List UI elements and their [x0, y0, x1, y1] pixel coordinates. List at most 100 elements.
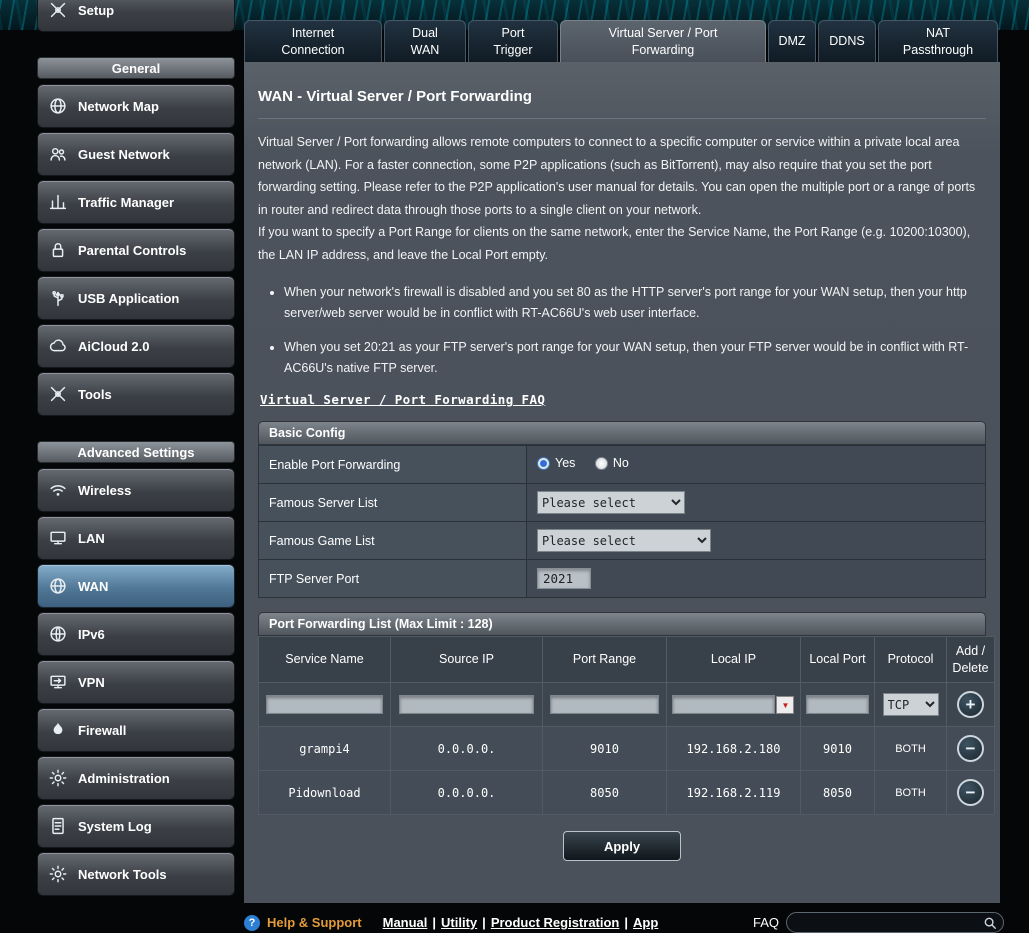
local-ip-input[interactable] [671, 695, 776, 714]
ipv6-icon [47, 623, 69, 645]
sidebar-item-system-log[interactable]: System Log [37, 804, 235, 848]
radio-label: No [612, 456, 629, 471]
tab-label: DDNS [829, 34, 865, 49]
tab-nat-passthrough[interactable]: NAT Passthrough [878, 20, 998, 62]
cell-service-name: Pidownload [258, 770, 391, 815]
apply-button[interactable]: Apply [563, 831, 681, 861]
sidebar-item-guest-network[interactable]: Guest Network [37, 132, 235, 176]
sidebar-item-network-tools[interactable]: Network Tools [37, 852, 235, 896]
wrench-icon [47, 383, 69, 405]
cloud-icon [47, 335, 69, 357]
search-icon[interactable] [983, 916, 997, 930]
cell-protocol: TCP [874, 682, 947, 727]
radio-label: Yes [555, 456, 576, 471]
sidebar-item-administration[interactable]: Administration [37, 756, 235, 800]
tab-virtual-server-port-forwarding[interactable]: Virtual Server / Port Forwarding [560, 20, 766, 62]
tab-label: DMZ [778, 34, 806, 49]
radio-no[interactable] [594, 456, 608, 470]
document-icon [47, 815, 69, 837]
faq-search-input[interactable] [797, 914, 983, 931]
tab-dmz[interactable]: DMZ [768, 20, 816, 62]
column-header-local-ip: Local IP [666, 636, 801, 683]
config-row-enable: Enable Port Forwarding Yes No [258, 445, 986, 484]
sidebar: Setup General Network Map Guest Network Tra… [37, 0, 235, 900]
field-value: Please select [526, 483, 986, 522]
field-value: Please select [526, 521, 986, 560]
sidebar-item-label: Tools [78, 386, 112, 402]
globe-icon [47, 95, 69, 117]
people-icon [47, 143, 69, 165]
note-item: When your network's firewall is disabled… [284, 282, 986, 325]
tab-label: Internet Connection [281, 26, 345, 57]
field-label: Famous Server List [258, 483, 527, 522]
field-value: Yes No [526, 445, 986, 484]
page-title: WAN - Virtual Server / Port Forwarding [258, 88, 986, 119]
service-name-input[interactable] [266, 695, 383, 714]
setup-tools-icon [47, 0, 69, 21]
footer-link-product-registration[interactable]: Product Registration [491, 915, 620, 930]
help-icon: ? [244, 914, 260, 931]
tab-dual-wan[interactable]: Dual WAN [384, 20, 466, 62]
cell-protocol: BOTH [874, 726, 947, 771]
sidebar-item-label: Firewall [78, 722, 127, 738]
sidebar-item-label: Administration [78, 770, 170, 786]
sidebar-item-firewall[interactable]: Firewall [37, 708, 235, 752]
sidebar-item-traffic-manager[interactable]: Traffic Manager [37, 180, 235, 224]
cell-service-name [258, 682, 391, 727]
add-row-button[interactable]: + [957, 691, 984, 718]
ftp-server-port-input[interactable] [537, 568, 591, 589]
enable-port-forwarding-no[interactable]: No [594, 456, 629, 471]
enable-port-forwarding-yes[interactable]: Yes [537, 456, 575, 470]
footer-link-manual[interactable]: Manual [383, 915, 428, 930]
column-header-port-range: Port Range [542, 636, 667, 683]
column-header-source-ip: Source IP [390, 636, 543, 683]
delete-row-button[interactable]: − [957, 735, 984, 762]
sidebar-item-aicloud-2-0[interactable]: AiCloud 2.0 [37, 324, 235, 368]
link-separator: | [482, 915, 486, 930]
sidebar-item-label: IPv6 [78, 626, 105, 642]
famous-server-select[interactable]: Please select [537, 491, 685, 514]
sidebar-item-label: AiCloud 2.0 [78, 338, 150, 354]
delete-row-button[interactable]: − [957, 779, 984, 806]
footer: ? Help & Support Manual | Utility | Product … [244, 912, 1004, 933]
tab-internet-connection[interactable]: Internet Connection [244, 20, 382, 62]
cell-service-name: grampi4 [258, 726, 391, 771]
tab-ddns[interactable]: DDNS [818, 20, 876, 62]
cell-source-ip: 0.0.0.0. [390, 726, 543, 771]
local-port-input[interactable] [805, 695, 870, 714]
sidebar-item-tools[interactable]: Tools [37, 372, 235, 416]
sidebar-item-label: Wireless [78, 482, 132, 498]
monitor-icon [47, 527, 69, 549]
source-ip-input[interactable] [398, 695, 535, 714]
sidebar-item-network-map[interactable]: Network Map [37, 84, 235, 128]
sidebar-item-setup[interactable]: Setup [37, 0, 235, 32]
cell-delete: − [946, 726, 995, 771]
sidebar-item-usb-application[interactable]: USB Application [37, 276, 235, 320]
tab-port-trigger[interactable]: Port Trigger [468, 20, 558, 62]
faq-label: FAQ [752, 915, 779, 930]
footer-link-app[interactable]: App [633, 915, 658, 930]
cell-port-range [542, 682, 667, 727]
radio-yes[interactable] [537, 456, 550, 470]
local-ip-dropdown-button[interactable]: ▼ [776, 695, 795, 714]
tab-label: Dual WAN [410, 26, 440, 57]
sidebar-item-ipv6[interactable]: IPv6 [37, 612, 235, 656]
help-support-link[interactable]: Help & Support [267, 915, 362, 930]
sidebar-item-wireless[interactable]: Wireless [37, 468, 235, 512]
new-entry-row: ▼ TCP + [258, 682, 995, 727]
cell-protocol: BOTH [874, 770, 947, 815]
sidebar-item-label: Network Tools [78, 866, 167, 882]
sidebar-item-lan[interactable]: LAN [37, 516, 235, 560]
faq-link[interactable]: Virtual Server / Port Forwarding FAQ [260, 392, 545, 407]
port-range-input[interactable] [549, 695, 660, 714]
sidebar-item-wan[interactable]: WAN [37, 564, 235, 608]
field-label: FTP Server Port [258, 559, 527, 598]
protocol-select[interactable]: TCP [882, 693, 939, 716]
sidebar-item-vpn[interactable]: VPN [37, 660, 235, 704]
sidebar-item-label: Setup [78, 2, 115, 18]
sidebar-item-label: WAN [78, 578, 109, 594]
cell-local-port: 8050 [800, 770, 875, 815]
footer-link-utility[interactable]: Utility [441, 915, 477, 930]
sidebar-item-parental-controls[interactable]: Parental Controls [37, 228, 235, 272]
famous-game-select[interactable]: Please select [537, 529, 711, 552]
